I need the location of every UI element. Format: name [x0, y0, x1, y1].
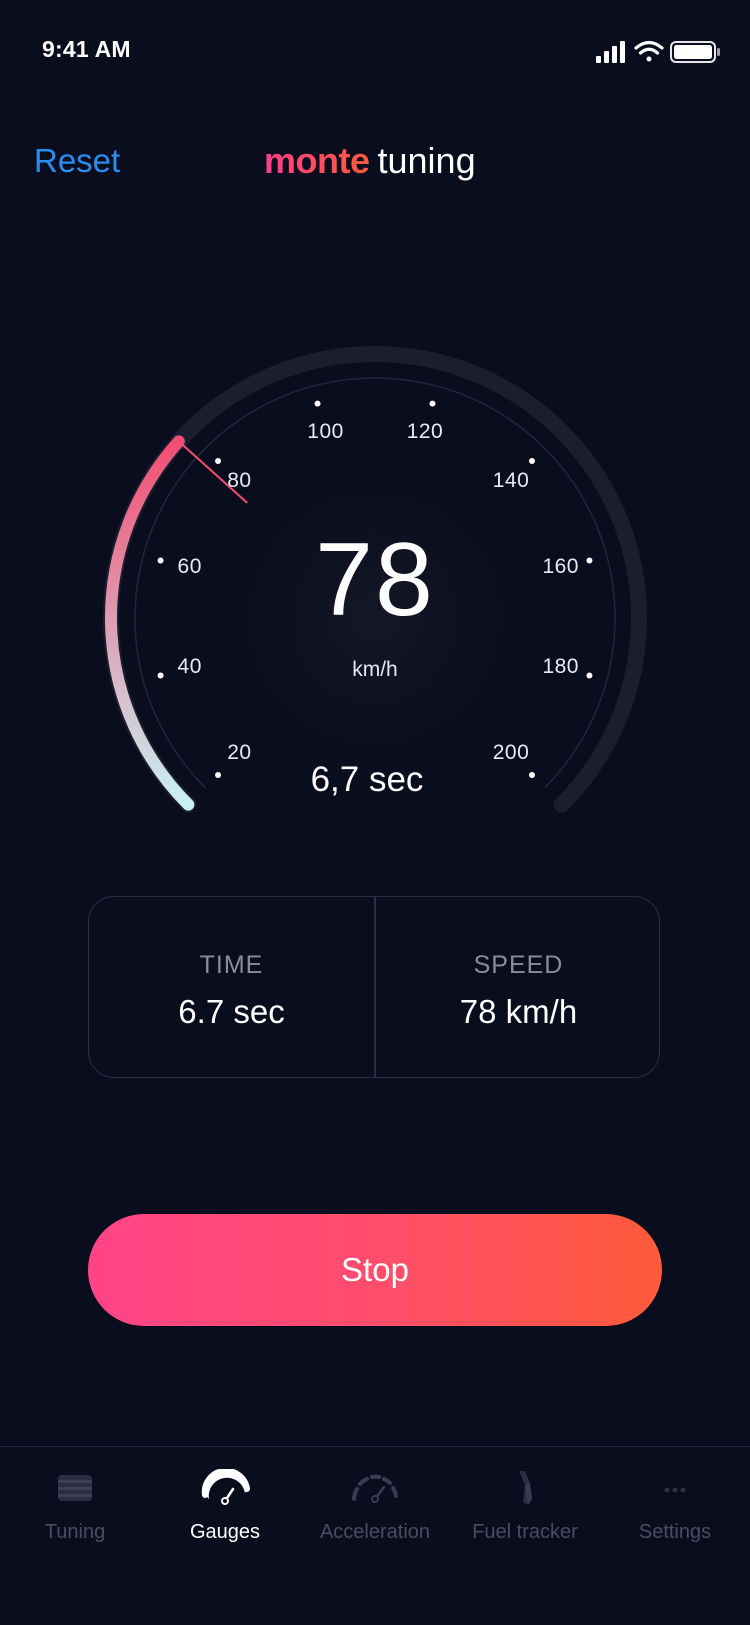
gauge-tick-dot	[429, 400, 436, 407]
status-bar: 9:41 AM	[0, 0, 750, 100]
tab-fuel-tracker-label: Fuel tracker	[472, 1521, 578, 1543]
wifi-icon	[634, 40, 664, 62]
tab-gauges[interactable]: Gauges	[150, 1447, 300, 1567]
reset-button[interactable]: Reset	[34, 142, 120, 180]
app-header: Reset monte tuning	[0, 130, 750, 200]
gauge-icon	[195, 1467, 255, 1509]
app-logo: monte tuning	[264, 140, 476, 182]
status-time: 9:41 AM	[42, 36, 131, 62]
current-speed-value: 78	[315, 522, 435, 638]
gauge-tick-label: 140	[492, 469, 530, 493]
speedometer-gauge: 20 40 60 80 100 120 140 160 180 200 78 km/h 6,7 s…	[0, 300, 750, 860]
cellular-signal-icon	[596, 41, 625, 63]
speed-stat-value: 78 km/h	[459, 993, 578, 1030]
speed-unit: km/h	[352, 658, 398, 681]
time-stat-label: TIME	[199, 951, 264, 979]
gauge-tick-label: 80	[227, 469, 252, 493]
stop-button[interactable]: Stop	[88, 1214, 662, 1326]
gauge-tick-label: 100	[307, 419, 344, 443]
gauge-tick-dot	[528, 458, 535, 465]
time-stat-value: 6.7 sec	[178, 993, 285, 1030]
acceleration-icon	[345, 1469, 405, 1509]
logo-brand: monte	[264, 140, 370, 181]
tab-fuel-tracker[interactable]: Fuel tracker	[450, 1447, 600, 1567]
battery-icon	[670, 41, 720, 63]
tab-tuning-label: Tuning	[44, 1521, 106, 1543]
tab-gauges-label: Gauges	[189, 1521, 261, 1543]
speed-stat-label: SPEED	[473, 951, 564, 979]
gauge-tick-dot	[314, 400, 321, 407]
logo-suffix: tuning	[377, 140, 476, 181]
time-stat: TIME 6.7 sec	[89, 897, 374, 1077]
speed-stat: SPEED 78 km/h	[376, 897, 661, 1077]
elapsed-time-value: 6,7 sec	[310, 760, 424, 799]
more-dots-icon	[645, 1469, 705, 1509]
tab-tuning[interactable]: Tuning	[0, 1447, 150, 1567]
tab-bar: Tuning Gauges Acceleration Fuel tracker …	[0, 1446, 750, 1625]
tuning-icon	[45, 1469, 105, 1509]
gauge-tick-dot	[215, 458, 222, 465]
tab-acceleration-label: Acceleration	[319, 1521, 431, 1543]
tab-settings-label: Settings	[638, 1521, 712, 1543]
stats-card: TIME 6.7 sec SPEED 78 km/h	[88, 896, 660, 1078]
status-icons	[582, 38, 722, 66]
tab-acceleration[interactable]: Acceleration	[300, 1447, 450, 1567]
fuel-nozzle-icon	[495, 1469, 555, 1509]
tab-settings[interactable]: Settings	[600, 1447, 750, 1567]
gauge-tick-label: 120	[406, 419, 444, 443]
